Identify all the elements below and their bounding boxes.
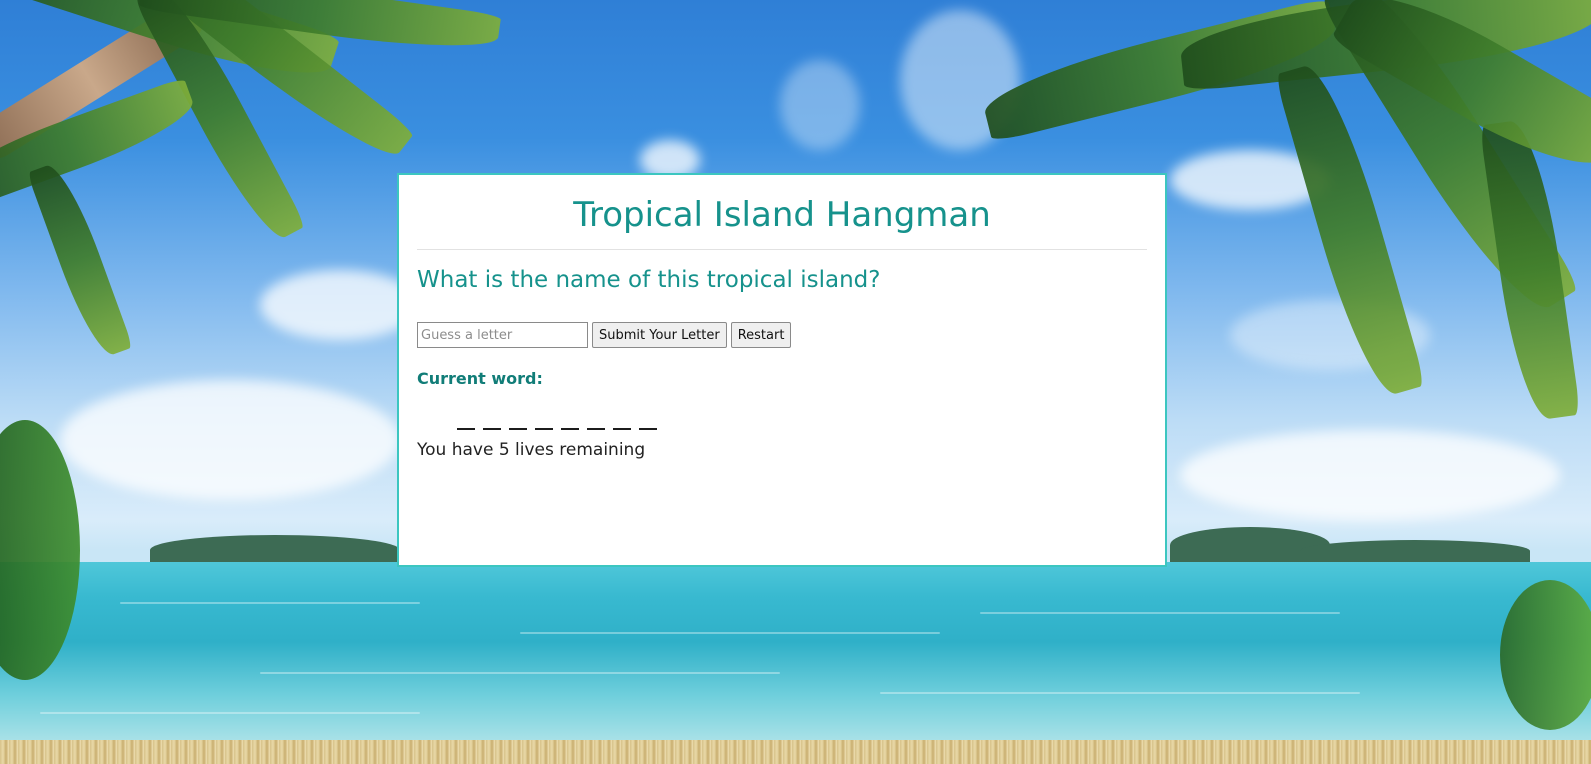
word-blanks [417, 408, 1147, 432]
restart-button[interactable]: Restart [730, 322, 792, 348]
sea [0, 562, 1591, 740]
letter-blank [639, 428, 657, 430]
letter-blank [483, 428, 501, 430]
background-scene: Tropical Island Hangman What is the name… [0, 0, 1591, 764]
current-word-label: Current word: [417, 369, 543, 388]
lives-remaining: You have 5 lives remaining [417, 440, 646, 460]
submit-letter-button[interactable]: Submit Your Letter [592, 322, 727, 348]
guess-controls: Submit Your Letter Restart [417, 322, 1147, 348]
letter-blank [535, 428, 553, 430]
letter-blank [613, 428, 631, 430]
question-heading: What is the name of this tropical island… [417, 267, 881, 293]
letter-blank [561, 428, 579, 430]
letter-guess-input[interactable] [417, 322, 588, 348]
letter-blank [457, 428, 475, 430]
page-title: Tropical Island Hangman [573, 195, 991, 235]
letter-blank [509, 428, 527, 430]
letter-blank [587, 428, 605, 430]
game-card: Tropical Island Hangman What is the name… [397, 173, 1167, 567]
sand [0, 740, 1591, 764]
